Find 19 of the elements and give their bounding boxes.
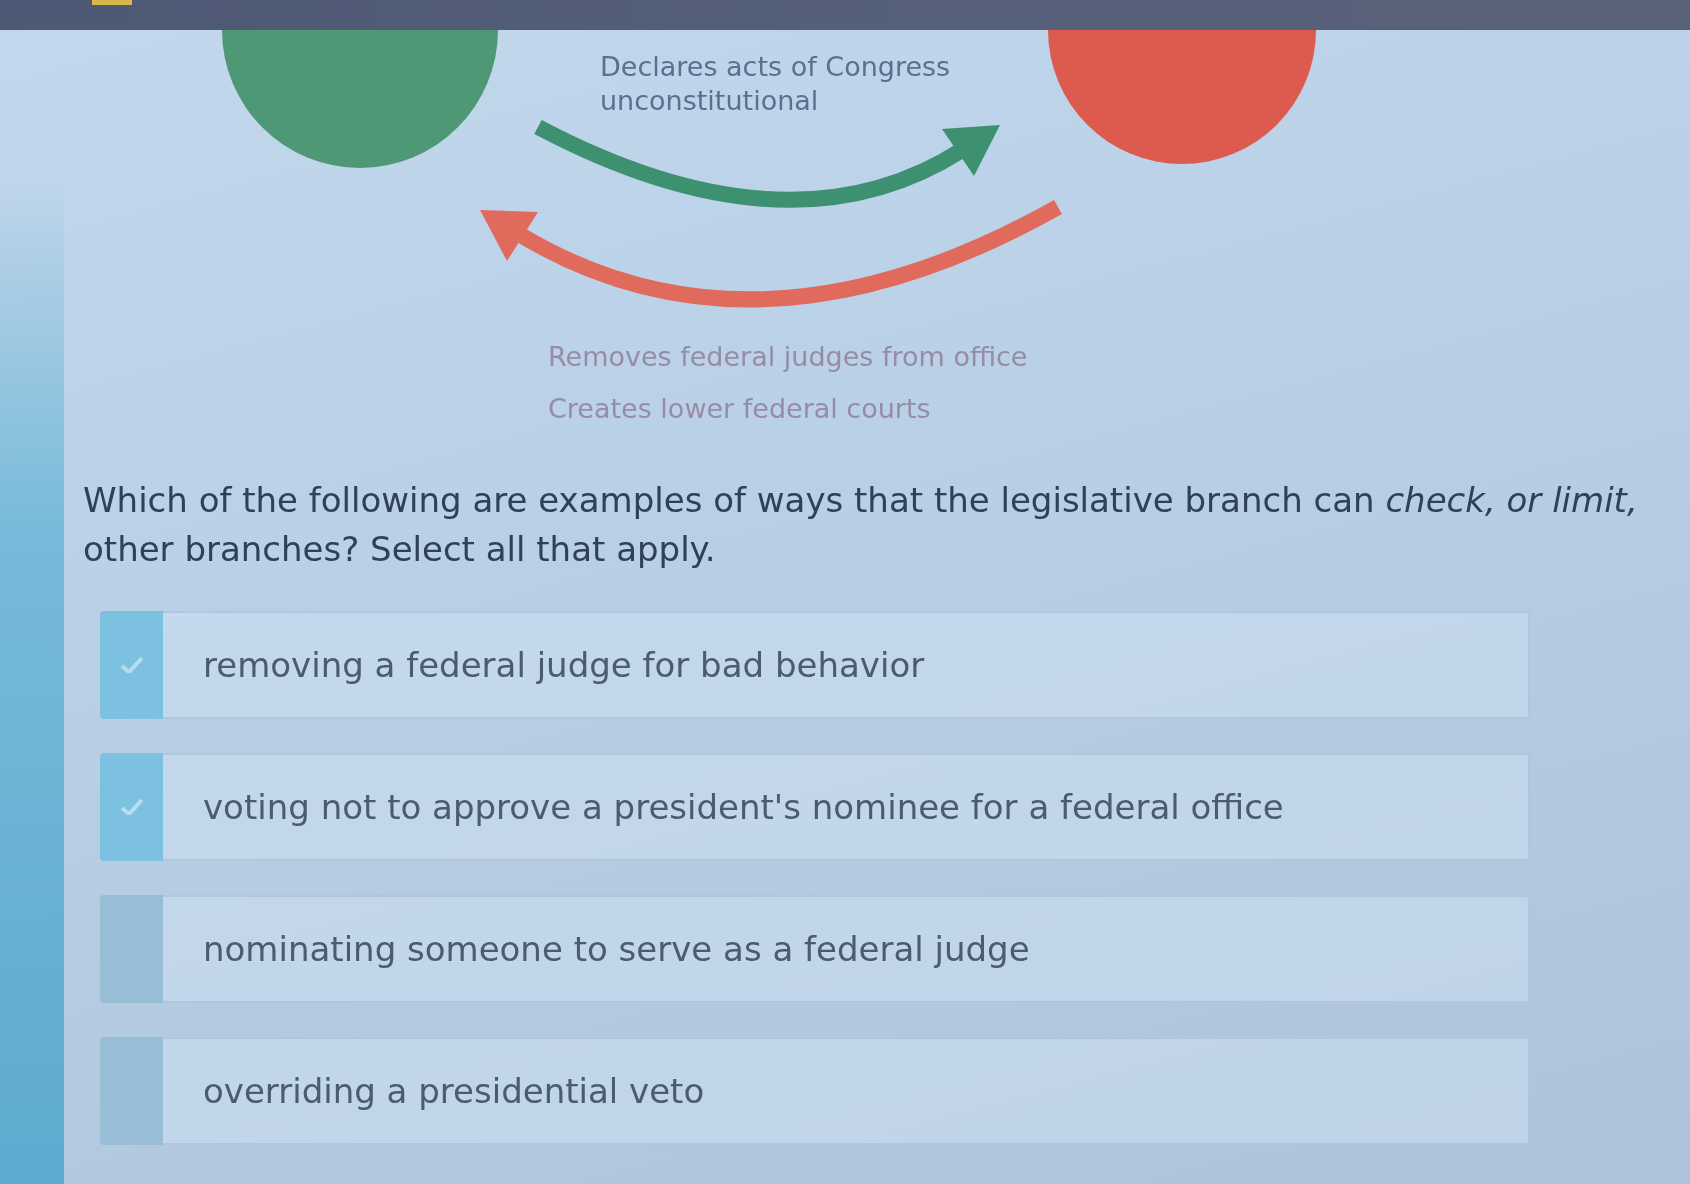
arrow-label: Removes federal judges from office	[548, 340, 1028, 374]
check-icon	[120, 657, 143, 673]
checkbox[interactable]	[100, 895, 163, 1003]
checkbox[interactable]	[100, 1037, 163, 1145]
option-label: voting not to approve a president's nominee for a federal office	[203, 787, 1284, 827]
arrow-label: Creates lower federal courts	[548, 392, 932, 426]
option-label: removing a federal judge for bad behavior	[203, 645, 925, 685]
answer-option[interactable]: voting not to approve a president's nominee for a federal office	[100, 753, 1530, 861]
checkbox[interactable]	[100, 611, 163, 719]
arrow-label: Declares acts of Congress unconstitutional	[600, 50, 952, 118]
check-icon	[120, 799, 143, 815]
marker-icon	[92, 0, 132, 5]
option-label: nominating someone to serve as a federal judge	[203, 929, 1030, 969]
answer-option[interactable]: removing a federal judge for bad behavior	[100, 611, 1530, 719]
question-text: Which of the following are examples of ways that the legislative branch can check, or limit, other branches? Select all that apply.	[83, 479, 1639, 571]
answer-option[interactable]: overriding a presidential veto	[100, 1037, 1530, 1145]
checkbox[interactable]	[100, 753, 163, 861]
answer-option[interactable]: nominating someone to serve as a federal judge	[100, 895, 1530, 1003]
option-label: overriding a presidential veto	[203, 1071, 705, 1111]
